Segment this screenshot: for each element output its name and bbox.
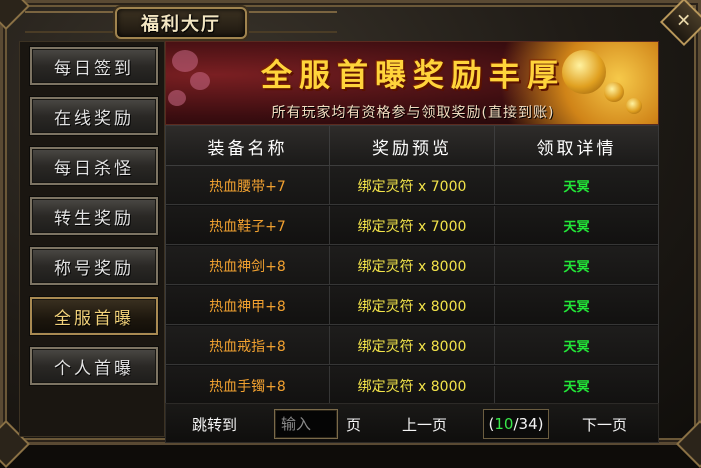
sidebar-item-title-reward[interactable]: 称号奖励 bbox=[30, 247, 158, 285]
sidebar-item-label: 每日杀怪 bbox=[54, 158, 134, 179]
item-name-cell: 热血神甲+8 bbox=[166, 286, 330, 325]
reward-cell: 绑定灵符 x 8000 bbox=[330, 326, 495, 365]
claim-detail-cell[interactable]: 天冥 bbox=[495, 166, 658, 205]
table-row: 热血戒指+8 绑定灵符 x 8000 天冥 bbox=[166, 326, 658, 365]
sidebar-item-personal-first[interactable]: 个人首曝 bbox=[30, 347, 158, 385]
table-row: 热血鞋子+7 绑定灵符 x 7000 天冥 bbox=[166, 206, 658, 245]
page-close-paren: ) bbox=[537, 415, 544, 433]
table-row: 热血手镯+8 绑定灵符 x 8000 天冥 bbox=[166, 366, 658, 405]
frame-corner-ornament bbox=[675, 419, 701, 468]
reward-cell: 绑定灵符 x 7000 bbox=[330, 206, 495, 245]
table-row: 热血神剑+8 绑定灵符 x 8000 天冥 bbox=[166, 246, 658, 285]
next-page-button[interactable]: 下一页 bbox=[582, 404, 627, 444]
window-title-plate: 福利大厅 bbox=[115, 7, 247, 39]
claim-detail-cell[interactable]: 天冥 bbox=[495, 206, 658, 245]
sidebar-item-label: 个人首曝 bbox=[54, 358, 134, 379]
sidebar-item-server-first[interactable]: 全服首曝 bbox=[30, 297, 158, 335]
table-row: 热血神甲+8 绑定灵符 x 8000 天冥 bbox=[166, 286, 658, 325]
reward-cell: 绑定灵符 x 8000 bbox=[330, 286, 495, 325]
reward-table: 装备名称 奖励预览 领取详情 热血腰带+7 绑定灵符 x 7000 天冥 热血鞋… bbox=[165, 125, 659, 405]
current-page: 10 bbox=[494, 415, 514, 433]
item-name-cell: 热血神剑+8 bbox=[166, 246, 330, 285]
banner-title: 全服首曝奖励丰厚 bbox=[261, 58, 565, 94]
column-header-claim-detail: 领取详情 bbox=[536, 138, 617, 159]
column-header-item-name: 装备名称 bbox=[166, 126, 330, 166]
sidebar-item-daily-checkin[interactable]: 每日签到 bbox=[30, 47, 158, 85]
reward-cell: 绑定灵符 x 8000 bbox=[330, 366, 495, 405]
page-indicator: ( 10 / 34 ) bbox=[483, 409, 549, 439]
claim-detail-cell[interactable]: 天冥 bbox=[495, 326, 658, 365]
claim-detail-cell[interactable]: 天冥 bbox=[495, 286, 658, 325]
table-header: 装备名称 奖励预览 领取详情 bbox=[166, 126, 658, 166]
sidebar-item-label: 在线奖励 bbox=[54, 108, 134, 129]
sidebar-item-online-reward[interactable]: 在线奖励 bbox=[30, 97, 158, 135]
sidebar: 每日签到 在线奖励 每日杀怪 转生奖励 称号奖励 全服首曝 个人首曝 bbox=[19, 41, 165, 437]
sidebar-item-label: 全服首曝 bbox=[54, 308, 134, 329]
column-header-reward-preview: 奖励预览 bbox=[330, 126, 495, 166]
sidebar-item-label: 每日签到 bbox=[54, 58, 134, 79]
goto-label: 跳转到 bbox=[192, 415, 238, 434]
reward-cell: 绑定灵符 x 7000 bbox=[330, 166, 495, 205]
sidebar-item-rebirth-reward[interactable]: 转生奖励 bbox=[30, 197, 158, 235]
title-wing-left bbox=[25, 11, 115, 33]
item-name-cell: 热血戒指+8 bbox=[166, 326, 330, 365]
pagination-bar: 跳转到 页 上一页 ( 10 / 34 ) 下一页 bbox=[165, 403, 659, 443]
reward-cell: 绑定灵符 x 8000 bbox=[330, 246, 495, 285]
claim-detail-cell[interactable]: 天冥 bbox=[495, 246, 658, 285]
window-title: 福利大厅 bbox=[141, 14, 221, 35]
banner-subtitle: 所有玩家均有资格参与领取奖励(直接到账) bbox=[271, 105, 555, 121]
claim-detail-cell[interactable]: 天冥 bbox=[495, 366, 658, 405]
table-row: 热血腰带+7 绑定灵符 x 7000 天冥 bbox=[166, 166, 658, 205]
item-name-cell: 热血手镯+8 bbox=[166, 366, 330, 405]
item-name-cell: 热血鞋子+7 bbox=[166, 206, 330, 245]
page-unit-label: 页 bbox=[346, 415, 362, 434]
close-button[interactable]: ✕ bbox=[659, 0, 701, 47]
page-number-input[interactable] bbox=[274, 409, 338, 439]
prev-page-button[interactable]: 上一页 bbox=[402, 404, 447, 444]
title-wing-right bbox=[247, 11, 337, 33]
sidebar-item-label: 称号奖励 bbox=[54, 258, 134, 279]
welfare-hall-window: 福利大厅 ✕ 每日签到 在线奖励 每日杀怪 转生奖励 称号奖励 全服首曝 个人首… bbox=[0, 0, 701, 468]
close-icon: ✕ bbox=[676, 11, 692, 32]
item-name-cell: 热血腰带+7 bbox=[166, 166, 330, 205]
sidebar-item-label: 转生奖励 bbox=[54, 208, 134, 229]
total-pages: 34 bbox=[518, 415, 538, 433]
reward-banner: 全服首曝奖励丰厚 所有玩家均有资格参与领取奖励(直接到账) bbox=[165, 41, 659, 125]
sidebar-item-daily-kill[interactable]: 每日杀怪 bbox=[30, 147, 158, 185]
